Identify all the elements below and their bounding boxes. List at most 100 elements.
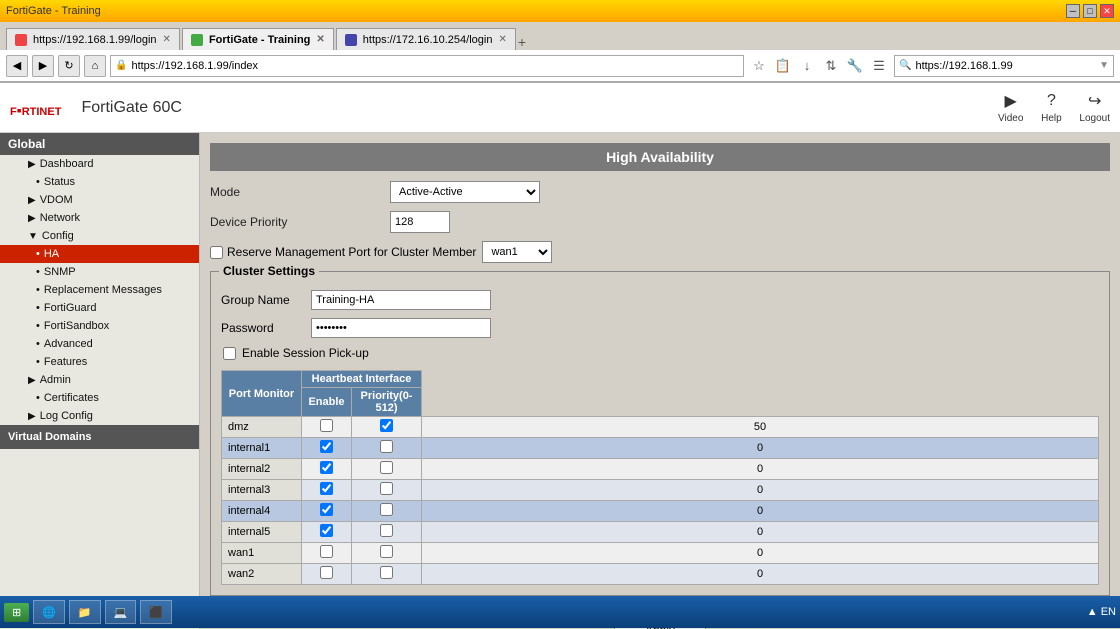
row-wan2-enable[interactable] xyxy=(352,564,422,585)
device-priority-input[interactable]: 128 xyxy=(390,211,450,233)
taskbar-browser-icon[interactable]: 🌐 xyxy=(33,600,65,624)
row-internal5-enable[interactable] xyxy=(352,522,422,543)
back-button[interactable]: ◀ xyxy=(6,55,28,77)
taskbar-folder-icon[interactable]: 📁 xyxy=(69,600,101,624)
checkbox-port-monitor-wan1[interactable] xyxy=(320,545,333,558)
ha-bullet: • xyxy=(36,248,40,260)
video-action[interactable]: ▶ Video xyxy=(998,91,1023,124)
checkbox-port-monitor-internal5[interactable] xyxy=(320,524,333,537)
reload-button[interactable]: ↻ xyxy=(58,55,80,77)
tab-2[interactable]: FortiGate - Training ✕ xyxy=(182,28,334,50)
sidebar-item-status[interactable]: • Status xyxy=(0,173,199,191)
checkbox-enable-internal2[interactable] xyxy=(380,461,393,474)
checkbox-port-monitor-internal2[interactable] xyxy=(320,461,333,474)
tab-3-close[interactable]: ✕ xyxy=(498,34,506,45)
checkbox-enable-internal5[interactable] xyxy=(380,524,393,537)
mode-select[interactable]: Active-Active Active-Passive Standalone xyxy=(390,181,540,203)
app-header: F▪RTINET FortiGate 60C ▶ Video ? Help ↪ … xyxy=(0,83,1120,133)
sidebar-item-admin[interactable]: ▶ Admin xyxy=(0,371,199,389)
sidebar-item-features[interactable]: • Features xyxy=(0,353,199,371)
sidebar-global-label: Global xyxy=(8,137,45,151)
row-internal2-enable[interactable] xyxy=(352,459,422,480)
download-icon[interactable]: ↓ xyxy=(796,55,818,77)
title-bar: FortiGate - Training ─ □ ✕ xyxy=(0,0,1120,22)
sidebar-item-snmp[interactable]: • SNMP xyxy=(0,263,199,281)
fs-bullet: • xyxy=(36,320,40,332)
sidebar-item-log-config[interactable]: ▶ Log Config xyxy=(0,407,199,425)
sidebar-status-label: Status xyxy=(44,176,75,188)
row-internal3-port-monitor[interactable] xyxy=(302,480,352,501)
row-internal3-enable[interactable] xyxy=(352,480,422,501)
sidebar-item-advanced[interactable]: • Advanced xyxy=(0,335,199,353)
maximize-button[interactable]: □ xyxy=(1083,4,1097,18)
reserve-mgmt-port-select[interactable]: wan1 wan2 xyxy=(482,241,552,263)
sidebar-item-network[interactable]: ▶ Network xyxy=(0,209,199,227)
start-button[interactable]: ⊞ xyxy=(4,603,29,622)
checkbox-port-monitor-dmz[interactable] xyxy=(320,419,333,432)
row-wan1-port-monitor[interactable] xyxy=(302,543,352,564)
tab-2-close[interactable]: ✕ xyxy=(316,34,324,45)
sidebar-item-fortiguard[interactable]: • FortiGuard xyxy=(0,299,199,317)
row-internal4-enable[interactable] xyxy=(352,501,422,522)
home-button[interactable]: ⌂ xyxy=(84,55,106,77)
checkbox-enable-internal3[interactable] xyxy=(380,482,393,495)
row-internal1-enable[interactable] xyxy=(352,438,422,459)
checkbox-port-monitor-wan2[interactable] xyxy=(320,566,333,579)
row-internal5-port-monitor[interactable] xyxy=(302,522,352,543)
device-priority-row: Device Priority 128 xyxy=(210,211,1110,233)
taskbar-computer-icon[interactable]: 💻 xyxy=(105,600,137,624)
row-internal2-port-monitor[interactable] xyxy=(302,459,352,480)
sidebar-item-fortisandbox[interactable]: • FortiSandbox xyxy=(0,317,199,335)
search-box[interactable]: 🔍 https://192.168.1.99 ▼ xyxy=(894,55,1114,77)
group-name-input[interactable] xyxy=(311,290,491,310)
menu-icon[interactable]: ☰ xyxy=(868,55,890,77)
row-wan2-port-monitor[interactable] xyxy=(302,564,352,585)
sidebar-item-config[interactable]: ▼ Config xyxy=(0,227,199,245)
tab-1-close[interactable]: ✕ xyxy=(163,34,171,45)
row-internal1-port-monitor[interactable] xyxy=(302,438,352,459)
row-internal4-port-monitor[interactable] xyxy=(302,501,352,522)
row-dmz-enable[interactable] xyxy=(352,417,422,438)
virtual-domains-footer[interactable]: Virtual Domains xyxy=(0,425,199,449)
extensions-icon[interactable]: 🔧 xyxy=(844,55,866,77)
row-dmz-label: dmz xyxy=(222,417,302,438)
close-button[interactable]: ✕ xyxy=(1100,4,1114,18)
checkbox-port-monitor-internal1[interactable] xyxy=(320,440,333,453)
cluster-settings-box: Cluster Settings Group Name Password Ena… xyxy=(210,271,1110,596)
logout-action[interactable]: ↪ Logout xyxy=(1079,91,1110,124)
sidebar-item-vdom[interactable]: ▶ VDOM xyxy=(0,191,199,209)
checkbox-enable-internal1[interactable] xyxy=(380,440,393,453)
history-icon[interactable]: 📋 xyxy=(772,55,794,77)
checkbox-enable-dmz[interactable] xyxy=(380,419,393,432)
url-input[interactable]: 🔒 https://192.168.1.99/index xyxy=(110,55,744,77)
address-bar: ◀ ▶ ↻ ⌂ 🔒 https://192.168.1.99/index ☆ 📋… xyxy=(0,50,1120,82)
new-tab-button[interactable]: + xyxy=(518,34,526,50)
url-text: https://192.168.1.99/index xyxy=(131,60,258,72)
sidebar-item-ha[interactable]: • HA xyxy=(0,245,199,263)
minimize-button[interactable]: ─ xyxy=(1066,4,1080,18)
bookmark-icon[interactable]: ☆ xyxy=(748,55,770,77)
checkbox-enable-internal4[interactable] xyxy=(380,503,393,516)
sidebar-item-certificates[interactable]: • Certificates xyxy=(0,389,199,407)
sidebar-item-replacement-messages[interactable]: • Replacement Messages xyxy=(0,281,199,299)
sync-icon[interactable]: ⇅ xyxy=(820,55,842,77)
password-input[interactable] xyxy=(311,318,491,338)
checkbox-enable-wan2[interactable] xyxy=(380,566,393,579)
sidebar-item-dashboard[interactable]: ▶ Dashboard xyxy=(0,155,199,173)
checkbox-port-monitor-internal3[interactable] xyxy=(320,482,333,495)
enable-session-checkbox[interactable] xyxy=(223,347,236,360)
forward-button[interactable]: ▶ xyxy=(32,55,54,77)
sidebar-global-section[interactable]: Global xyxy=(0,133,199,155)
row-dmz-port-monitor[interactable] xyxy=(302,417,352,438)
app-title: FortiGate 60C xyxy=(81,99,998,117)
tab-1[interactable]: https://192.168.1.99/login ✕ xyxy=(6,28,180,50)
tab-3[interactable]: https://172.16.10.254/login ✕ xyxy=(336,28,516,50)
tab-1-favicon xyxy=(15,34,27,46)
checkbox-port-monitor-internal4[interactable] xyxy=(320,503,333,516)
checkbox-enable-wan1[interactable] xyxy=(380,545,393,558)
help-action[interactable]: ? Help xyxy=(1039,91,1063,124)
row-wan1-enable[interactable] xyxy=(352,543,422,564)
reserve-mgmt-checkbox[interactable] xyxy=(210,246,223,259)
virtual-domains-label: Virtual Domains xyxy=(8,431,92,443)
taskbar-terminal-icon[interactable]: ⬛ xyxy=(140,600,172,624)
